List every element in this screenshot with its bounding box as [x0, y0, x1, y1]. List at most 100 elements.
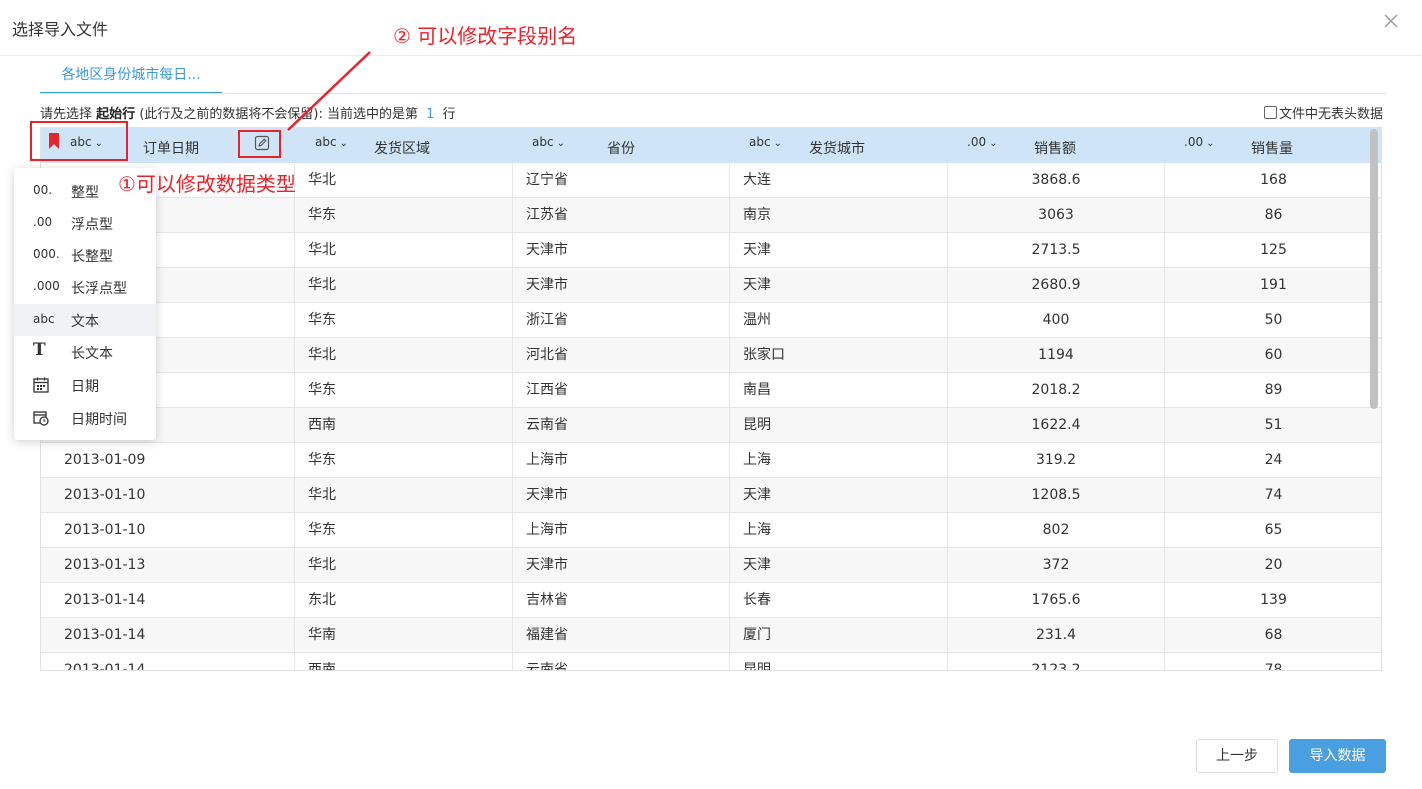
table-row[interactable]: 华东 浙江省 温州 400 50 [41, 303, 1381, 338]
cell-sales-qty: 78 [1264, 662, 1283, 671]
menu-item-label: 文本 [71, 314, 99, 330]
column-type-selector[interactable]: .00 ⌄ [967, 135, 997, 149]
table-row[interactable]: 华北 河北省 张家口 1194 60 [41, 338, 1381, 373]
close-icon[interactable] [1382, 12, 1400, 30]
header-cell: abc ⌄ 发货区域 [295, 128, 513, 163]
menu-item-text[interactable]: abc 文本 [14, 304, 156, 336]
cell-order-date: 2013-01-10 [41, 478, 295, 513]
menu-item-date[interactable]: 日期 [14, 369, 156, 401]
column-type-selector[interactable]: abc ⌄ [532, 135, 565, 149]
header-cell: .00 ⌄ 销售额 [948, 128, 1165, 163]
cell-region: 华北 [295, 478, 513, 513]
menu-item-double[interactable]: .000 长浮点型 [14, 271, 156, 303]
edit-alias-highlight [238, 130, 281, 158]
menu-item-float[interactable]: .00 浮点型 [14, 207, 156, 239]
cell-order-date: 2013-01-14 [41, 583, 295, 618]
table-row[interactable]: 西南 云南省 昆明 1622.4 51 [41, 408, 1381, 443]
cell-region: 华东 [295, 198, 513, 233]
cell-sales-amount: 319.2 [948, 443, 1165, 478]
column-type-selector[interactable]: abc ⌄ [749, 135, 782, 149]
cell-region: 华东 [295, 443, 513, 478]
cell-city: 厦门 [730, 618, 948, 653]
float-type-icon: .00 [33, 215, 53, 229]
column-type-selector[interactable]: .00 ⌄ [1184, 135, 1214, 149]
cell-city: 上海 [730, 443, 948, 478]
cell-province: 云南省 [513, 653, 730, 670]
column-name[interactable]: 发货城市 [809, 138, 865, 158]
annotation-change-type: ①可以修改数据类型 [118, 172, 296, 196]
previous-step-button[interactable]: 上一步 [1196, 739, 1278, 773]
type-selector-highlight [30, 121, 128, 161]
cell-region: 东北 [295, 583, 513, 618]
menu-item-long-text[interactable]: T 长文本 [14, 336, 156, 368]
cell-city: 长春 [730, 583, 948, 618]
cell-sales-qty: 125 [1260, 242, 1287, 258]
table-row[interactable]: 2013-01-10 华北 天津市 天津 1208.5 74 [41, 478, 1381, 513]
cell-region: 华北 [295, 233, 513, 268]
cell-sales-amount: 3063 [948, 198, 1165, 233]
cell-sales-qty: 50 [1264, 312, 1283, 328]
cell-sales-amount: 2018.2 [948, 373, 1165, 408]
table-row[interactable]: 2013-01-13 华北 天津市 天津 372 20 [41, 548, 1381, 583]
header-cell: .00 ⌄ 销售量 [1165, 128, 1381, 163]
long-text-type-icon: T [33, 340, 46, 360]
cell-province: 上海市 [513, 513, 730, 548]
header-cell: abc ⌄ 省份 [513, 128, 730, 163]
cell-region: 华东 [295, 513, 513, 548]
vertical-scrollbar[interactable] [1370, 128, 1380, 670]
cell-city: 天津 [730, 548, 948, 583]
cell-sales-amount: 1194 [948, 338, 1165, 373]
menu-item-long[interactable]: 000. 长整型 [14, 239, 156, 271]
scrollbar-thumb[interactable] [1370, 129, 1378, 409]
integer-type-icon: 00. [33, 183, 53, 197]
import-data-button[interactable]: 导入数据 [1289, 739, 1386, 773]
table-row[interactable]: 华北 天津市 天津 2680.9 191 [41, 268, 1381, 303]
data-grid: abc ⌄ 订单日期 abc ⌄ 发货区域 abc ⌄ 省份 abc ⌄ 发货城市 .0… [40, 127, 1382, 671]
menu-item-label: 日期 [71, 379, 99, 395]
cell-province: 福建省 [513, 618, 730, 653]
column-name[interactable]: 销售额 [1034, 138, 1076, 158]
cell-city: 天津 [730, 268, 948, 303]
cell-city: 天津 [730, 233, 948, 268]
column-name[interactable]: 省份 [607, 138, 635, 158]
cell-region: 华南 [295, 618, 513, 653]
cell-sales-qty: 139 [1260, 592, 1287, 608]
cell-order-date: 2013-01-13 [41, 548, 295, 583]
double-type-icon: .000 [33, 279, 60, 293]
table-row[interactable]: 2013-01-10 华东 上海市 上海 802 65 [41, 513, 1381, 548]
column-name[interactable]: 订单日期 [143, 138, 199, 158]
cell-sales-amount: 1765.6 [948, 583, 1165, 618]
tab-sheet[interactable]: 各地区身份城市每日... [40, 66, 222, 94]
table-row[interactable]: 华北 天津市 天津 2713.5 125 [41, 233, 1381, 268]
no-header-label: 文件中无表头数据 [1278, 107, 1383, 122]
cell-sales-qty: 20 [1264, 557, 1283, 573]
long-type-icon: 000. [33, 247, 60, 261]
cell-region: 华东 [295, 303, 513, 338]
menu-item-label: 整型 [71, 185, 99, 201]
table-row[interactable]: 华东 江西省 南昌 2018.2 89 [41, 373, 1381, 408]
cell-province: 吉林省 [513, 583, 730, 618]
table-row[interactable]: 2013-01-14 西南 云南省 昆明 2123.2 78 [41, 653, 1381, 671]
cell-sales-amount: 2713.5 [948, 233, 1165, 268]
table-row[interactable]: 2013-01-14 东北 吉林省 长春 1765.6 139 [41, 583, 1381, 618]
cell-province: 上海市 [513, 443, 730, 478]
cell-sales-amount: 1208.5 [948, 478, 1165, 513]
column-name[interactable]: 销售量 [1251, 138, 1293, 158]
table-row[interactable]: 2013-01-14 华南 福建省 厦门 231.4 68 [41, 618, 1381, 653]
no-header-checkbox[interactable] [1263, 106, 1277, 119]
cell-city: 南昌 [730, 373, 948, 408]
table-row[interactable]: 2013-01-09 华东 上海市 上海 319.2 24 [41, 443, 1381, 478]
title-divider [0, 55, 1422, 56]
current-row-number: 1 [426, 107, 435, 122]
cell-sales-qty: 65 [1264, 522, 1283, 538]
no-header-option[interactable]: 文件中无表头数据 [1263, 103, 1383, 122]
menu-item-label: 长文本 [71, 346, 113, 362]
column-name[interactable]: 发货区域 [374, 138, 430, 158]
cell-sales-qty: 191 [1260, 277, 1287, 293]
table-row[interactable]: 华东 江苏省 南京 3063 86 [41, 198, 1381, 233]
cell-city: 昆明 [730, 408, 948, 443]
cell-region: 华北 [295, 268, 513, 303]
menu-item-datetime[interactable]: 日期时间 [14, 402, 156, 434]
column-type-selector[interactable]: abc ⌄ [315, 135, 348, 149]
tab-divider [40, 93, 1386, 94]
